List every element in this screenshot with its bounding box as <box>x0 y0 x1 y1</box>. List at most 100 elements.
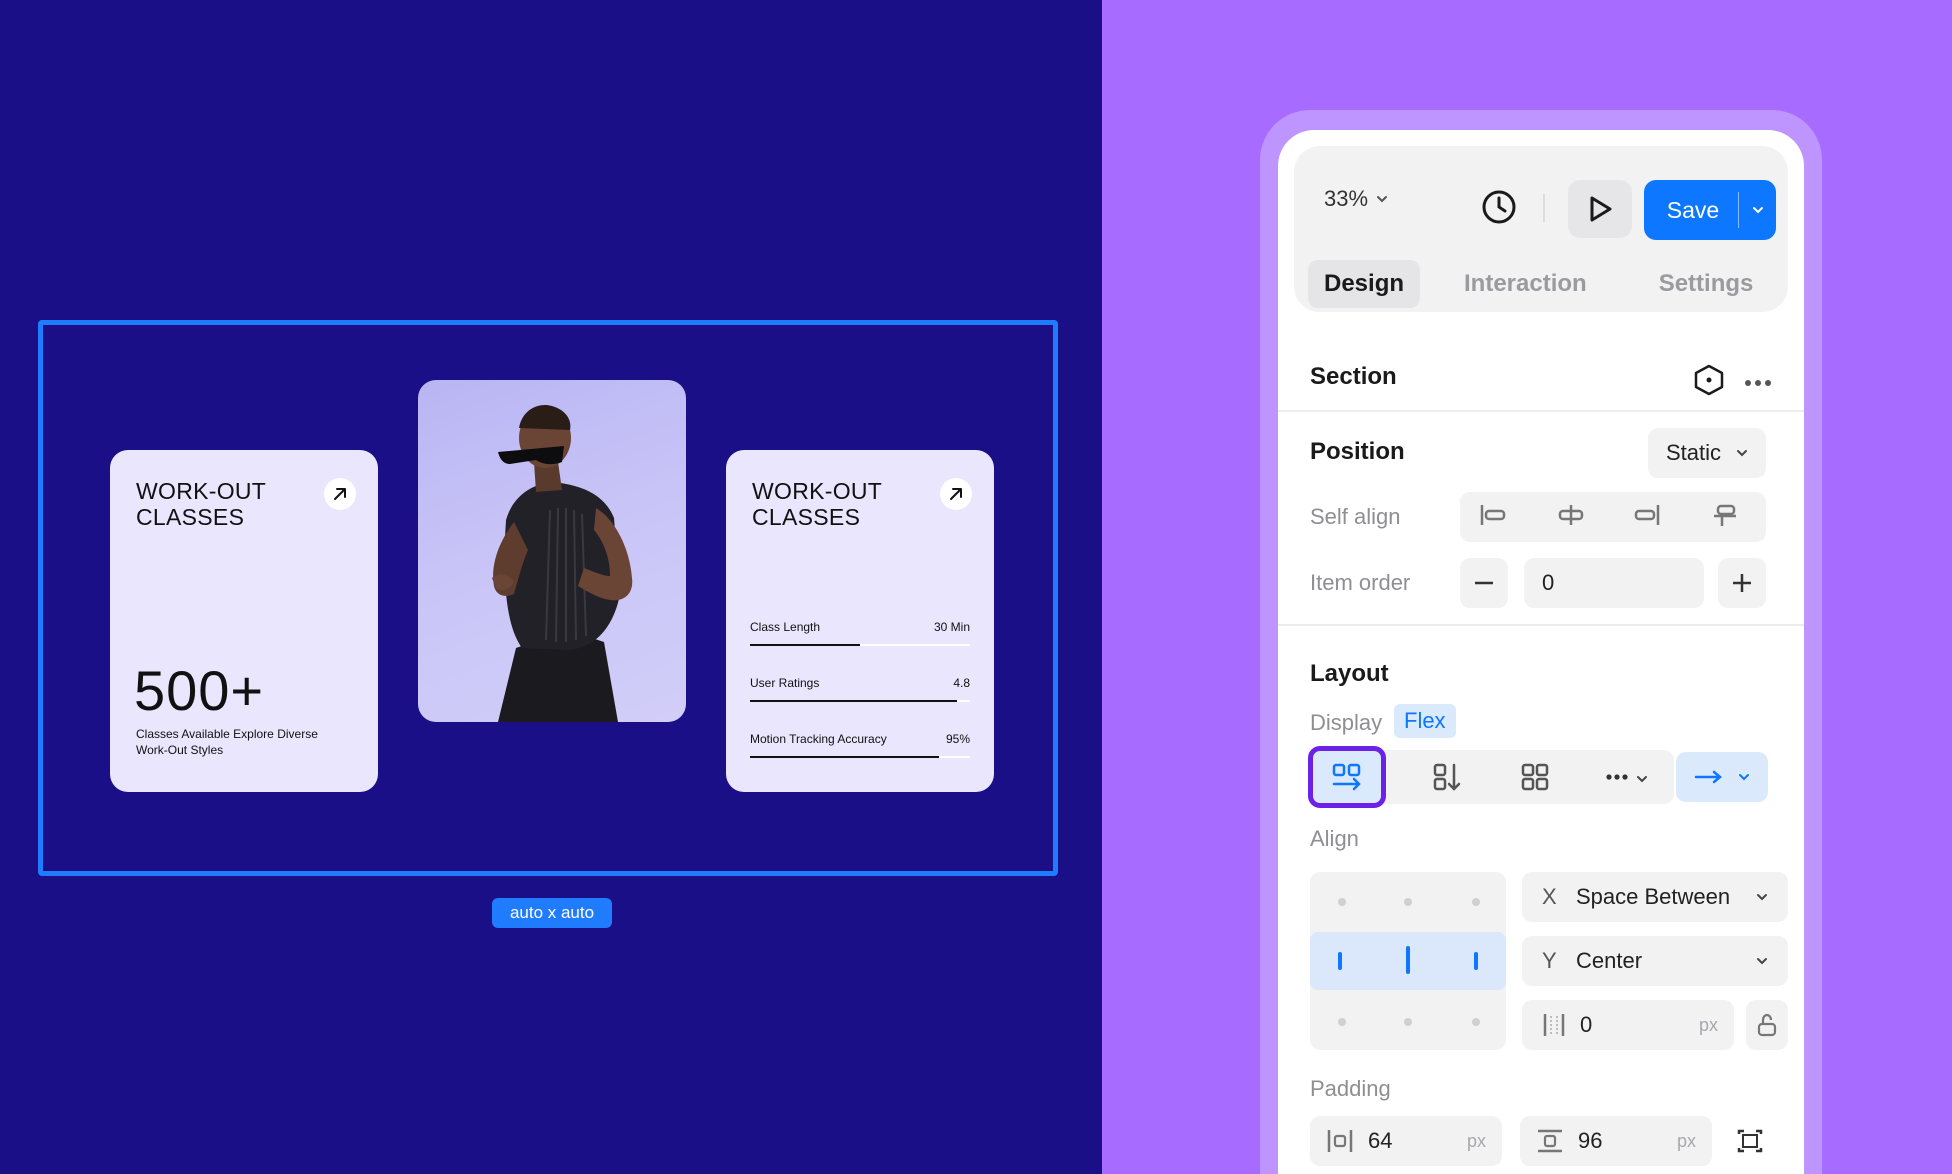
preview-play-button[interactable] <box>1568 180 1632 238</box>
play-icon <box>1590 196 1612 222</box>
more-options-icon[interactable] <box>1744 374 1772 392</box>
align-dot[interactable] <box>1338 1018 1346 1026</box>
x-axis-label: X <box>1542 884 1557 909</box>
alignment-matrix[interactable] <box>1310 872 1506 1050</box>
divider <box>1278 624 1804 626</box>
flex-direction-select[interactable] <box>1676 752 1768 802</box>
properties-backdrop: 33% Save Design Interaction Settings Sec… <box>1102 0 1952 1174</box>
position-title: Position <box>1310 438 1405 465</box>
component-hexagon-icon[interactable] <box>1694 364 1724 401</box>
panel-toolbar: 33% Save Design Interaction Settings <box>1294 146 1788 312</box>
chevron-down-icon <box>1757 958 1767 965</box>
flex-column-icon[interactable] <box>1432 762 1462 797</box>
chevron-down-icon <box>1757 894 1767 901</box>
metric-user-ratings: User Ratings 4.8 <box>750 676 970 716</box>
zoom-dropdown[interactable]: 33% <box>1324 186 1388 212</box>
padding-horizontal-value: 64 <box>1368 1128 1393 1153</box>
item-order-input[interactable]: 0 <box>1524 558 1704 608</box>
align-bar[interactable] <box>1406 946 1410 974</box>
metric-progress-track <box>750 700 970 702</box>
minus-icon <box>1475 581 1493 585</box>
divider <box>1278 410 1804 412</box>
padding-horizontal-icon <box>1327 1130 1353 1152</box>
padding-vertical-icon <box>1538 1129 1562 1153</box>
padding-horizontal-unit: px <box>1466 1130 1486 1151</box>
align-dot[interactable] <box>1404 1018 1412 1026</box>
chevron-down-icon <box>1739 774 1749 781</box>
align-dot[interactable] <box>1404 898 1412 906</box>
padding-vertical-value: 96 <box>1578 1128 1603 1153</box>
self-align-label: Self align <box>1310 504 1401 529</box>
metric-value: 95% <box>945 732 970 746</box>
more-layout-options-icon[interactable] <box>1606 772 1650 790</box>
y-axis-label: Y <box>1542 948 1557 973</box>
metric-label: User Ratings <box>750 676 820 690</box>
padding-vertical-input[interactable]: 96 px <box>1520 1116 1712 1166</box>
chevron-down-icon <box>1377 196 1388 203</box>
metric-value: 4.8 <box>953 676 970 690</box>
gap-input[interactable]: 0 px <box>1522 1000 1734 1050</box>
item-order-label: Item order <box>1310 570 1411 595</box>
stat-description: Classes Available Explore Diverse Work-O… <box>136 727 318 757</box>
metric-motion-tracking: Motion Tracking Accuracy 95% <box>750 732 970 772</box>
runner-illustration <box>492 404 633 722</box>
position-select[interactable]: Static <box>1648 428 1766 478</box>
athlete-photo[interactable] <box>418 380 686 722</box>
save-options-chevron-icon[interactable] <box>1739 206 1776 214</box>
align-bar[interactable] <box>1474 952 1478 970</box>
align-bar[interactable] <box>1338 952 1342 970</box>
tab-interaction[interactable]: Interaction <box>1448 260 1603 308</box>
design-canvas[interactable]: WORK-OUT CLASSES 500+ Classes Available … <box>0 0 1102 1174</box>
item-order-decrement[interactable] <box>1460 558 1508 608</box>
position-value: Static <box>1666 440 1722 465</box>
justify-x-value: Space Between <box>1576 884 1731 909</box>
align-center-icon[interactable] <box>1556 502 1586 533</box>
chevron-down-icon <box>1737 450 1747 457</box>
align-y-select[interactable]: Y Center <box>1522 936 1788 986</box>
padding-individual-sides-icon[interactable] <box>1736 1128 1764 1159</box>
align-stretch-icon[interactable] <box>1710 502 1740 533</box>
grid-icon[interactable] <box>1520 762 1550 797</box>
gap-value: 0 <box>1580 1012 1593 1037</box>
section-header: Section <box>1310 352 1772 402</box>
save-button[interactable]: Save <box>1644 180 1776 240</box>
metric-progress-fill <box>750 700 957 702</box>
panel-tabs: Design Interaction Settings <box>1308 260 1769 308</box>
gap-lock-toggle[interactable] <box>1746 1000 1788 1050</box>
arrow-right-icon <box>1694 770 1722 784</box>
workout-metrics-card[interactable]: WORK-OUT CLASSES Class Length 30 Min Use… <box>726 450 994 792</box>
align-y-value: Center <box>1576 948 1643 973</box>
padding-horizontal-input[interactable]: 64 px <box>1310 1116 1502 1166</box>
unlock-icon <box>1757 1013 1777 1037</box>
plus-icon <box>1733 574 1751 592</box>
layout-title: Layout <box>1310 660 1389 687</box>
metric-class-length: Class Length 30 Min <box>750 620 970 660</box>
workout-stat-card[interactable]: WORK-OUT CLASSES 500+ Classes Available … <box>110 450 378 792</box>
toolbar-separator <box>1543 194 1545 222</box>
align-dot[interactable] <box>1472 898 1480 906</box>
history-clock-icon[interactable] <box>1478 186 1520 228</box>
justify-x-select[interactable]: X Space Between <box>1522 872 1788 922</box>
arrow-up-right-icon[interactable] <box>324 478 356 510</box>
tab-design[interactable]: Design <box>1308 260 1421 308</box>
zoom-value: 33% <box>1324 186 1369 211</box>
size-badge: auto x auto <box>492 898 612 928</box>
card-title: WORK-OUT CLASSES <box>752 478 882 530</box>
flex-direction-group <box>1308 746 1674 808</box>
align-dot[interactable] <box>1472 1018 1480 1026</box>
metric-value: 30 Min <box>933 620 970 634</box>
tab-settings[interactable]: Settings <box>1643 260 1770 308</box>
align-start-icon[interactable] <box>1478 502 1508 533</box>
item-order-increment[interactable] <box>1718 558 1766 608</box>
metric-progress-track <box>750 756 970 758</box>
metric-progress-fill <box>750 644 860 646</box>
align-end-icon[interactable] <box>1632 502 1662 533</box>
display-flex-badge[interactable]: Flex <box>1394 704 1456 738</box>
padding-label: Padding <box>1310 1076 1391 1101</box>
align-dot[interactable] <box>1338 898 1346 906</box>
arrow-up-right-icon[interactable] <box>940 478 972 510</box>
flex-row-wrap-icon[interactable] <box>1308 746 1386 808</box>
metric-progress-fill <box>750 756 940 758</box>
stat-number: 500+ <box>134 659 265 722</box>
self-align-group <box>1460 492 1766 542</box>
